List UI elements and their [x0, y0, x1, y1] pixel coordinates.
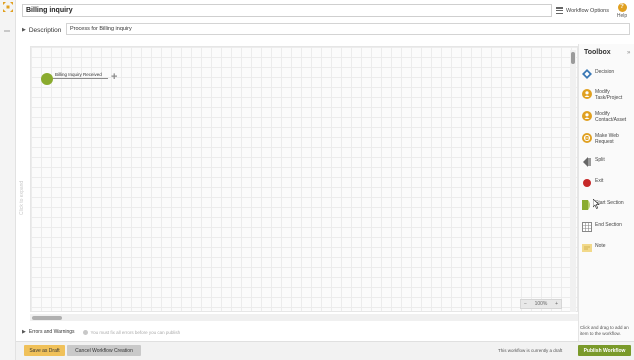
- draft-status-text: This workflow is currently a draft: [498, 348, 563, 353]
- vertical-scrollbar[interactable]: [570, 50, 576, 312]
- task-person-icon: [582, 89, 592, 99]
- tool-label: Decision: [595, 69, 615, 75]
- errors-warnings-toggle[interactable]: ▶ Errors and Warnings You must fix all e…: [22, 328, 180, 336]
- workflow-options-label: Workflow Options: [566, 7, 609, 14]
- zoom-out-button[interactable]: −: [524, 301, 527, 307]
- description-input[interactable]: Process for Billing inquiry: [66, 23, 630, 35]
- note-icon: [582, 244, 592, 252]
- horizontal-scrollbar[interactable]: [30, 314, 578, 321]
- tool-label: Note: [595, 243, 606, 249]
- help-icon: ?: [617, 3, 627, 12]
- errors-label: Errors and Warnings: [28, 329, 75, 335]
- tool-label: Make Web Request: [595, 133, 619, 145]
- tool-modify-contact[interactable]: Modify Contact/Asset: [582, 111, 634, 123]
- start-section-icon: [582, 200, 590, 210]
- caret-right-icon: ▶: [22, 329, 26, 335]
- start-node-label[interactable]: Billing Inquiry Received: [55, 72, 102, 77]
- rail-divider: [4, 30, 10, 32]
- workflow-options-button[interactable]: Workflow Options: [556, 5, 609, 16]
- description-toggle[interactable]: ▶ Description: [22, 24, 61, 36]
- decision-diamond-icon: [582, 69, 592, 79]
- tool-decision[interactable]: Decision: [582, 69, 634, 79]
- toolbox-collapse-icon[interactable]: »: [627, 50, 630, 56]
- end-section-icon: [582, 222, 592, 232]
- contact-person-icon: [582, 111, 592, 121]
- zoom-level: 100%: [534, 301, 548, 307]
- save-draft-button[interactable]: Save as Draft: [24, 345, 65, 356]
- errors-hint-text: You must fix all errors before you can p…: [90, 329, 181, 335]
- publish-workflow-button[interactable]: Publish Workflow: [578, 345, 631, 356]
- zoom-in-button[interactable]: +: [555, 301, 558, 307]
- tool-label: End Section: [595, 222, 622, 228]
- tool-make-web-request[interactable]: Make Web Request: [582, 133, 634, 145]
- help-button[interactable]: ? Help: [614, 3, 630, 19]
- tool-split[interactable]: Split: [582, 157, 634, 167]
- tool-label: Split: [595, 157, 605, 163]
- tool-end-section[interactable]: End Section: [582, 222, 634, 232]
- toolbox-title: Toolbox: [584, 49, 611, 56]
- tool-label: Exit: [595, 178, 604, 184]
- tool-exit[interactable]: Exit: [582, 178, 634, 188]
- vertical-scroll-thumb[interactable]: [571, 52, 575, 64]
- tool-label: Modify Task/Project: [595, 89, 623, 101]
- workflow-canvas[interactable]: [30, 46, 578, 312]
- horizontal-scroll-thumb[interactable]: [32, 316, 62, 320]
- caret-right-icon: ▶: [22, 27, 26, 33]
- exit-dot-icon: [583, 179, 591, 187]
- left-rail: [0, 0, 16, 360]
- split-icon: [583, 157, 591, 167]
- errors-hint: You must fix all errors before you can p…: [82, 329, 181, 335]
- toolbox-hint: Click and drag to add an item to the wor…: [580, 325, 629, 336]
- start-node[interactable]: [41, 73, 53, 85]
- add-step-icon[interactable]: +: [111, 72, 117, 83]
- workflow-name-input[interactable]: Billing inquiry: [22, 4, 552, 17]
- help-label: Help: [616, 13, 628, 19]
- info-dot-icon: [82, 329, 88, 335]
- mouse-cursor-icon: [593, 199, 600, 209]
- collapse-panel-label[interactable]: Click to expand: [19, 165, 29, 215]
- zoom-control: − 100% +: [520, 299, 562, 309]
- description-label: Description: [28, 26, 62, 34]
- web-request-icon: [582, 133, 592, 143]
- cancel-workflow-button[interactable]: Cancel Workflow Creation: [67, 345, 141, 356]
- menu-lines-icon: [556, 7, 563, 14]
- tool-note[interactable]: Note: [582, 243, 634, 253]
- tool-label: Modify Contact/Asset: [595, 111, 627, 123]
- tool-start-section[interactable]: Start Section: [582, 200, 634, 210]
- app-logo-icon[interactable]: [2, 1, 14, 13]
- tool-modify-task[interactable]: Modify Task/Project: [582, 89, 634, 101]
- connector-line: [53, 78, 108, 79]
